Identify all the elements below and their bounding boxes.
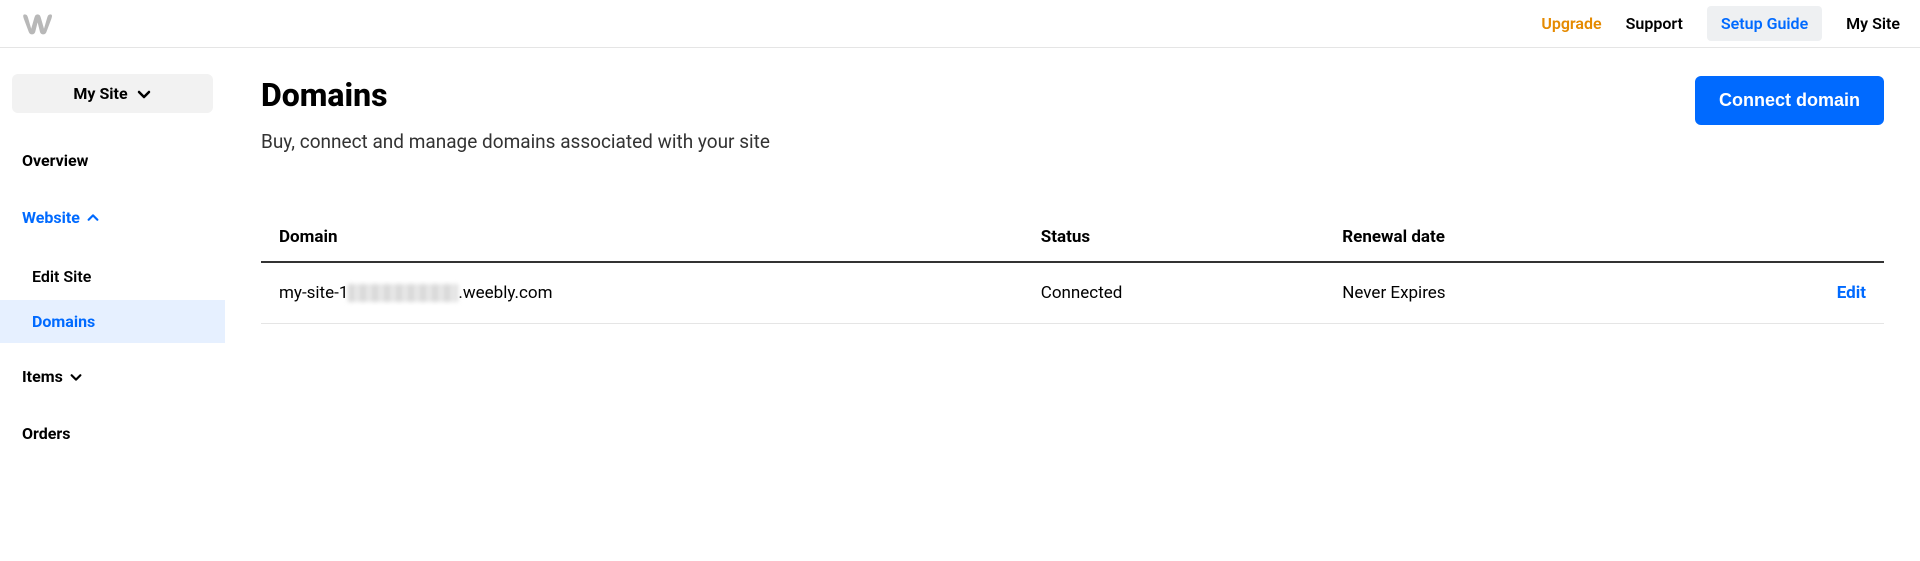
sidebar-item-edit-site[interactable]: Edit Site (0, 255, 225, 298)
column-header-status: Status (1041, 227, 1343, 247)
sidebar-item-overview[interactable]: Overview (12, 141, 213, 180)
page-header: Domains Buy, connect and manage domains … (261, 76, 1884, 153)
sidebar-item-orders[interactable]: Orders (12, 414, 213, 453)
table-row: my-site-1 .weebly.com Connected Never Exp… (261, 263, 1884, 324)
chevron-up-icon (86, 211, 100, 225)
column-header-renewal: Renewal date (1342, 227, 1739, 247)
setup-guide-link[interactable]: Setup Guide (1707, 6, 1822, 41)
sidebar-item-label: Orders (22, 424, 70, 443)
sidebar-item-website[interactable]: Website (12, 198, 213, 237)
page-header-text: Domains Buy, connect and manage domains … (261, 76, 770, 153)
chevron-down-icon (69, 370, 83, 384)
domain-suffix: .weebly.com (458, 283, 552, 303)
sidebar-item-label: Domains (32, 312, 95, 331)
weebly-logo[interactable] (20, 12, 52, 36)
logo-icon (20, 12, 52, 36)
page-title: Domains (261, 76, 770, 114)
sidebar-item-domains[interactable]: Domains (0, 300, 225, 343)
top-nav: Upgrade Support Setup Guide My Site (1541, 6, 1900, 41)
cell-renewal: Never Expires (1342, 283, 1739, 303)
sidebar-item-label: Overview (22, 151, 88, 170)
sidebar-item-label: Items (22, 367, 63, 386)
cell-status: Connected (1041, 283, 1343, 303)
main-content: Domains Buy, connect and manage domains … (225, 48, 1920, 471)
support-link[interactable]: Support (1626, 14, 1683, 33)
column-header-action (1739, 227, 1866, 247)
cell-action: Edit (1739, 283, 1866, 303)
upgrade-link[interactable]: Upgrade (1541, 14, 1601, 33)
site-selector-label: My Site (73, 84, 127, 103)
redacted-segment (348, 284, 458, 302)
chevron-down-icon (136, 86, 152, 102)
layout: My Site Overview Website Edit Site Domai… (0, 48, 1920, 471)
top-bar: Upgrade Support Setup Guide My Site (0, 0, 1920, 48)
edit-link[interactable]: Edit (1837, 283, 1866, 303)
cell-domain: my-site-1 .weebly.com (279, 283, 1041, 303)
domains-table: Domain Status Renewal date my-site-1 .wee… (261, 213, 1884, 324)
table-header: Domain Status Renewal date (261, 213, 1884, 263)
my-site-link[interactable]: My Site (1846, 14, 1900, 33)
domain-prefix: my-site-1 (279, 283, 348, 303)
connect-domain-button[interactable]: Connect domain (1695, 76, 1884, 125)
sidebar: My Site Overview Website Edit Site Domai… (0, 48, 225, 471)
sidebar-item-label: Website (22, 208, 80, 227)
page-subtitle: Buy, connect and manage domains associat… (261, 130, 770, 153)
sidebar-item-label: Edit Site (32, 267, 91, 286)
column-header-domain: Domain (279, 227, 1041, 247)
site-selector[interactable]: My Site (12, 74, 213, 113)
sidebar-item-items[interactable]: Items (12, 357, 213, 396)
